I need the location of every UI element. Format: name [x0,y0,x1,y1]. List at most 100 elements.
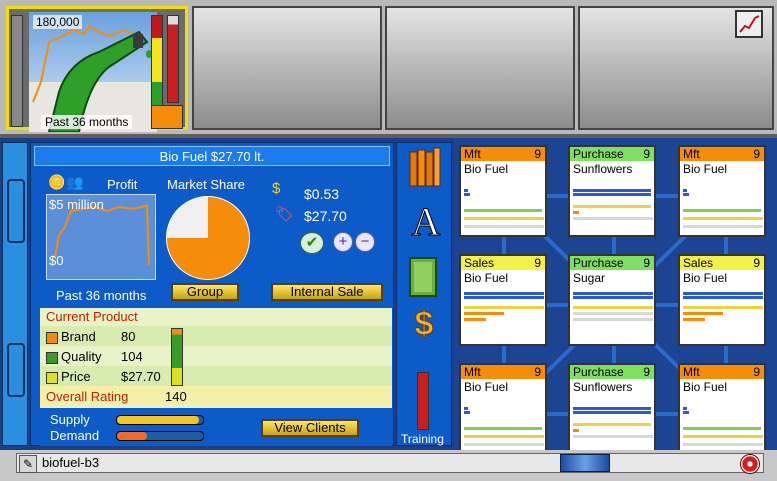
price-tag-icon: 🏷 [275,206,295,223]
unit-card-header: Purchase 9 [570,365,654,379]
tab-one[interactable] [7,179,25,243]
unit-stat-bar [683,217,763,220]
unit-level: 9 [534,365,541,379]
price-swatch [46,372,58,384]
unit-product-name: Sunflowers [573,162,633,176]
training-bar[interactable] [417,372,429,430]
unit-type: Purchase [573,365,624,379]
demand-bar-fill [117,432,148,440]
check-icon[interactable]: ✔ [300,232,324,254]
unit-stat-bar [573,193,651,196]
unit-card-4[interactable]: Sales 9 Bio Fuel [459,254,547,346]
quality-swatch [46,352,58,364]
unit-card-7[interactable]: Mft 9 Bio Fuel [459,363,547,455]
unit-stat-bar [573,435,653,438]
unit-card-5[interactable]: Purchase 9 Sugar [568,254,656,346]
unit-card-9[interactable]: Mft 9 Bio Fuel [678,363,766,455]
unit-stat-bar [573,306,653,309]
product-slot-empty-3[interactable] [385,6,575,130]
unit-level: 9 [643,256,650,270]
unit-stat-bar [683,296,763,299]
demand-label: Demand [50,428,100,443]
book-icon[interactable] [406,254,440,300]
tab-two[interactable] [7,343,25,397]
product-title: Bio Fuel $27.70 lt. [34,146,390,166]
unit-type: Sales [683,256,714,270]
unit-card-6[interactable]: Sales 9 Bio Fuel [678,254,766,346]
letter-a-icon[interactable]: A [406,199,446,244]
unit-stat-bar [573,318,653,321]
eye-icon[interactable] [740,454,760,474]
slot-period-caption: Past 36 months [41,115,133,129]
brand-label: Brand [61,329,96,344]
unit-stat-bar [464,435,544,438]
unit-stat-bar [683,209,761,212]
unit-type: Mft [464,365,481,379]
firm-name: biofuel-b3 [42,455,100,470]
unit-stat-bar [573,189,651,192]
unit-level: 9 [534,256,541,270]
unit-stat-bar [683,443,763,446]
unit-stat-bar [573,407,651,410]
current-product-heading: Current Product [46,309,138,324]
profit-axis-high: $5 million [49,197,104,212]
unit-level: 9 [753,256,760,270]
unit-product-name: Bio Fuel [464,380,509,394]
brand-value: 80 [121,329,136,344]
minus-icon[interactable]: − [355,232,375,252]
unit-stat-bar [573,211,579,214]
product-slot-empty-2[interactable] [192,6,382,130]
unit-card-header: Sales 9 [461,256,545,270]
dollar-icon[interactable]: $ [406,304,442,344]
unit-product-name: Bio Fuel [683,162,728,176]
line-chart-icon[interactable] [735,10,763,38]
price-value: $27.70 [304,208,347,224]
quality-label: Quality [61,349,102,364]
unit-stat-bar [464,193,470,196]
unit-product-name: Bio Fuel [464,271,509,285]
group-button[interactable]: Group [171,283,239,301]
unit-card-3[interactable]: Mft 9 Bio Fuel [678,145,766,237]
brand-swatch [46,332,58,344]
edit-icon[interactable]: ✎ [19,455,37,473]
unit-stat-bar [683,312,723,315]
unit-stat-bar [464,427,542,430]
unit-type: Mft [464,147,481,161]
unit-card-2[interactable]: Purchase 9 Sunflowers [568,145,656,237]
product-slot-selected[interactable]: 180,000 Past 36 months [6,6,188,132]
bookshelf-icon[interactable] [406,146,442,188]
unit-card-1[interactable]: Mft 9 Bio Fuel [459,145,547,237]
coin-icon: 🪙 [48,174,66,190]
side-tab-strip[interactable] [2,142,28,446]
unit-card-header: Sales 9 [680,256,764,270]
unit-stat-bar [464,189,468,192]
unit-stat-bar [573,429,579,432]
view-clients-button[interactable]: View Clients [261,419,359,437]
globe-icon[interactable] [560,454,610,472]
unit-stat-bar [683,225,763,228]
fuel-nozzle-image [29,12,157,132]
slot-orange-indicator [151,105,183,129]
unit-product-name: Bio Fuel [464,162,509,176]
price-label: Price [61,369,91,384]
market-share-pie [166,196,250,280]
slot-value: 180,000 [33,15,83,29]
unit-card-8[interactable]: Purchase 9 Sunflowers [568,363,656,455]
unit-level: 9 [753,147,760,161]
unit-stat-bar [464,312,504,315]
internal-sale-button[interactable]: Internal Sale [271,283,383,301]
row-stripe [40,366,392,386]
slot-level-bar-left [11,15,23,127]
people-icon: 👥 [66,174,84,190]
unit-card-header: Purchase 9 [570,256,654,270]
supply-bar [116,415,204,425]
unit-stat-bar [683,407,687,410]
unit-card-header: Mft 9 [680,365,764,379]
slot-level-bar-red [167,15,179,103]
unit-product-name: Sugar [573,271,606,285]
rating-stack-bar [171,328,183,386]
cost-value: $0.53 [304,186,340,202]
plus-icon[interactable]: + [333,232,353,252]
unit-stat-bar [573,296,653,299]
unit-card-header: Mft 9 [461,147,545,161]
